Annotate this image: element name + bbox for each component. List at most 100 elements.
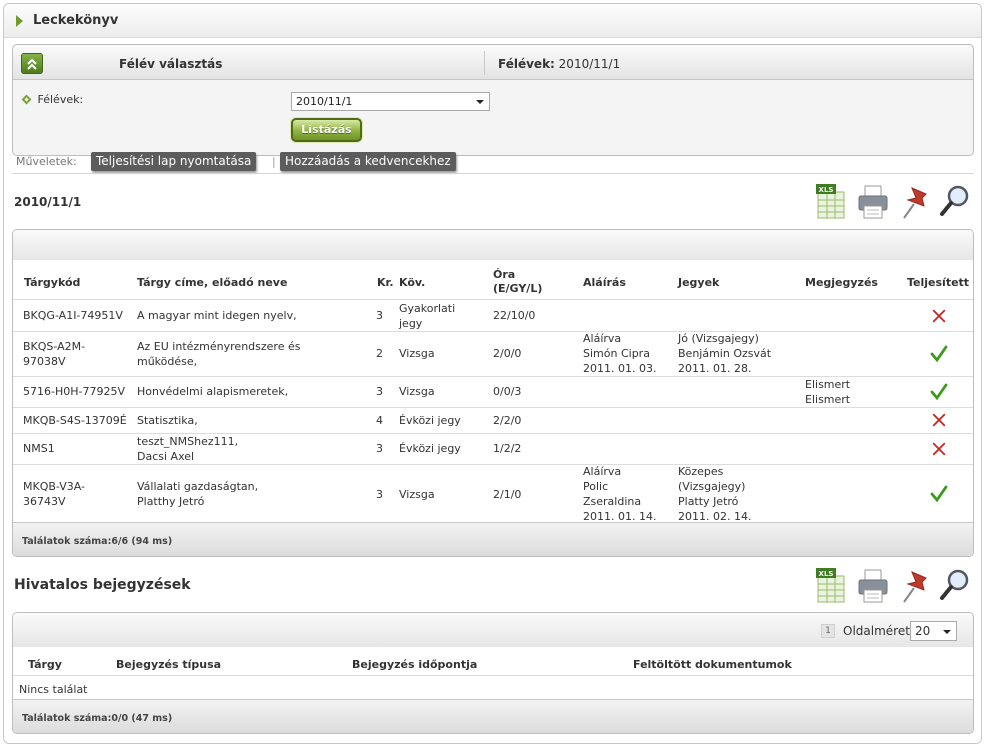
cell-name: Statisztika, xyxy=(137,413,198,428)
cell-grades: Közepes (Vizsgajegy) Platty Jetró 2011. 02.… xyxy=(678,464,751,524)
cell-line: BKQG-A1I-74951V xyxy=(23,309,123,322)
cell-note: Elismert Elismert xyxy=(805,377,850,407)
official-result-count: Találatok száma:0/0 (47 ms) xyxy=(22,713,173,724)
cell-signature: Aláírva Simón Cipra 2011. 01. 03. xyxy=(583,331,656,376)
svg-text:XLS: XLS xyxy=(819,570,834,578)
cell-credit: 3 xyxy=(376,487,383,502)
actions-label: Műveletek: xyxy=(16,155,77,168)
courses-result-count: Találatok száma:6/6 (94 ms) xyxy=(22,536,173,547)
cell-line: 2011. 02. 14. xyxy=(678,510,752,523)
cell-name: Vállalati gazdaságtan, Platthy Jetró xyxy=(137,479,258,509)
cell-req: Gyakorlati jegy xyxy=(399,301,455,331)
col-header-credit[interactable]: Kr. xyxy=(377,276,394,290)
cell-line: működése, xyxy=(137,354,198,368)
cell-code: MKQB-V3A- 36743V xyxy=(23,479,85,509)
cell-line: 2011. 01. 03. xyxy=(583,362,657,375)
print-completion-sheet-button[interactable]: Teljesítési lap nyomtatása xyxy=(91,152,257,171)
cell-grades: Jó (Vizsgajegy) Benjámin Ozsvát 2011. 01. … xyxy=(678,331,771,376)
col-header-entry-type[interactable]: Bejegyzés típusa xyxy=(116,658,221,672)
print-icon[interactable] xyxy=(856,566,890,604)
col-header-signature[interactable]: Aláírás xyxy=(583,276,626,290)
page-number[interactable]: 1 xyxy=(821,624,835,638)
header-divider xyxy=(484,51,485,75)
semester-panel: Félév választás Félévek: 2010/11/1 Félév… xyxy=(12,44,974,156)
pin-icon[interactable] xyxy=(898,566,932,604)
cross-icon xyxy=(932,413,946,427)
official-section-title: Hivatalos bejegyzések xyxy=(14,577,191,593)
col-header-hours[interactable]: Óra (E/GY/L) xyxy=(493,268,542,296)
current-semester-label: Félévek: xyxy=(498,57,555,71)
cell-signature: Aláírva Polic Zseraldina 2011. 01. 14. xyxy=(583,464,656,524)
col-header-subject[interactable]: Tárgy xyxy=(28,658,62,672)
semester-select-value: 2010/11/1 xyxy=(296,95,353,108)
svg-text:XLS: XLS xyxy=(819,186,834,194)
cell-line: 2011. 01. 14. xyxy=(583,510,657,523)
empty-result-text: Nincs találat xyxy=(19,683,88,696)
cell-hours: 1/2/2 xyxy=(493,441,521,456)
cell-line: Elismert xyxy=(805,377,851,391)
col-header-grades[interactable]: Jegyek xyxy=(678,276,719,290)
col-header-entry-time[interactable]: Bejegyzés időpontja xyxy=(352,658,477,672)
cell-line: Elismert xyxy=(805,392,851,406)
official-grid: 1 Oldalméret 20 Tárgy Bejegyzés típusa B… xyxy=(12,612,974,734)
col-header-hours-line1: Óra xyxy=(493,268,516,281)
cell-line: BKQS-A2M- xyxy=(23,339,86,353)
cell-line: 2/1/0 xyxy=(493,487,522,501)
cell-hours: 2/2/0 xyxy=(493,413,521,428)
col-header-req[interactable]: Köv. xyxy=(399,276,425,290)
excel-export-icon[interactable]: XLS xyxy=(814,182,848,220)
row-separator xyxy=(13,331,973,332)
cell-line: Simón Cipra xyxy=(583,347,650,360)
cell-line: Az EU intézményrendszere és xyxy=(137,339,301,353)
cell-line: Vállalati gazdaságtan, xyxy=(137,480,259,493)
current-semester: Félévek: 2010/11/1 xyxy=(498,57,620,71)
cell-line: (Vizsgajegy) xyxy=(678,480,746,493)
dropdown-arrow-icon xyxy=(943,630,951,634)
list-button[interactable]: Listázás xyxy=(291,118,362,142)
excel-export-icon[interactable]: XLS xyxy=(814,566,848,604)
col-header-done[interactable]: Teljesített xyxy=(907,276,969,290)
cell-line: 22/10/0 xyxy=(493,309,536,322)
cell-line: Évközi jegy xyxy=(399,442,461,455)
col-header-documents[interactable]: Feltöltött dokumentumok xyxy=(633,658,792,672)
cell-hours: 2/1/0 xyxy=(493,487,521,502)
cell-line: 2/0/0 xyxy=(493,347,522,360)
cell-line: 97038V xyxy=(23,354,66,368)
search-icon[interactable] xyxy=(938,566,972,604)
cross-icon xyxy=(932,442,946,455)
cell-line: Platthy Jetró xyxy=(137,495,205,508)
col-header-name[interactable]: Tárgy címe, előadó neve xyxy=(137,276,287,290)
semester-panel-header: Félév választás Félévek: 2010/11/1 xyxy=(13,45,973,80)
col-header-note[interactable]: Megjegyzés xyxy=(805,276,878,290)
semester-select[interactable]: 2010/11/1 xyxy=(291,92,490,111)
add-to-favorites-button[interactable]: Hozzáadás a kedvencekhez xyxy=(280,152,456,171)
check-icon xyxy=(930,383,948,400)
cell-line: 2/2/0 xyxy=(493,413,522,427)
search-icon[interactable] xyxy=(938,182,972,220)
cell-line: Dacsi Axel xyxy=(137,449,195,463)
cell-line: 3 xyxy=(376,385,383,398)
cell-name: Honvédelmi alapismeretek, xyxy=(137,384,288,399)
cell-credit: 4 xyxy=(376,413,383,428)
cross-icon xyxy=(932,309,946,322)
col-header-code[interactable]: Tárgykód xyxy=(24,276,80,290)
cell-credit: 3 xyxy=(376,308,383,323)
cell-line: MKQB-V3A- xyxy=(23,480,86,493)
cell-req: Vizsga xyxy=(399,346,435,361)
window-titlebar: Leckekönyv xyxy=(4,4,981,38)
divider xyxy=(12,173,974,174)
cell-line: Vizsga xyxy=(399,487,435,501)
cell-line: A magyar mint idegen nyelv, xyxy=(137,309,297,322)
row-separator xyxy=(13,407,973,408)
courses-grid: Tárgykód Tárgy címe, előadó neve Kr. Köv… xyxy=(12,229,974,557)
cell-line: Polic xyxy=(583,480,609,493)
collapse-button[interactable] xyxy=(21,53,43,74)
pin-icon[interactable] xyxy=(898,182,932,220)
print-icon[interactable] xyxy=(856,182,890,220)
cell-code: 5716-H0H-77925V xyxy=(23,384,125,399)
cell-hours: 2/0/0 xyxy=(493,346,521,361)
header-line xyxy=(13,299,973,300)
cell-line: Platty Jetró xyxy=(678,495,739,508)
page-size-select[interactable]: 20 xyxy=(910,621,957,641)
semester-field-label: Félévek: xyxy=(37,93,84,106)
